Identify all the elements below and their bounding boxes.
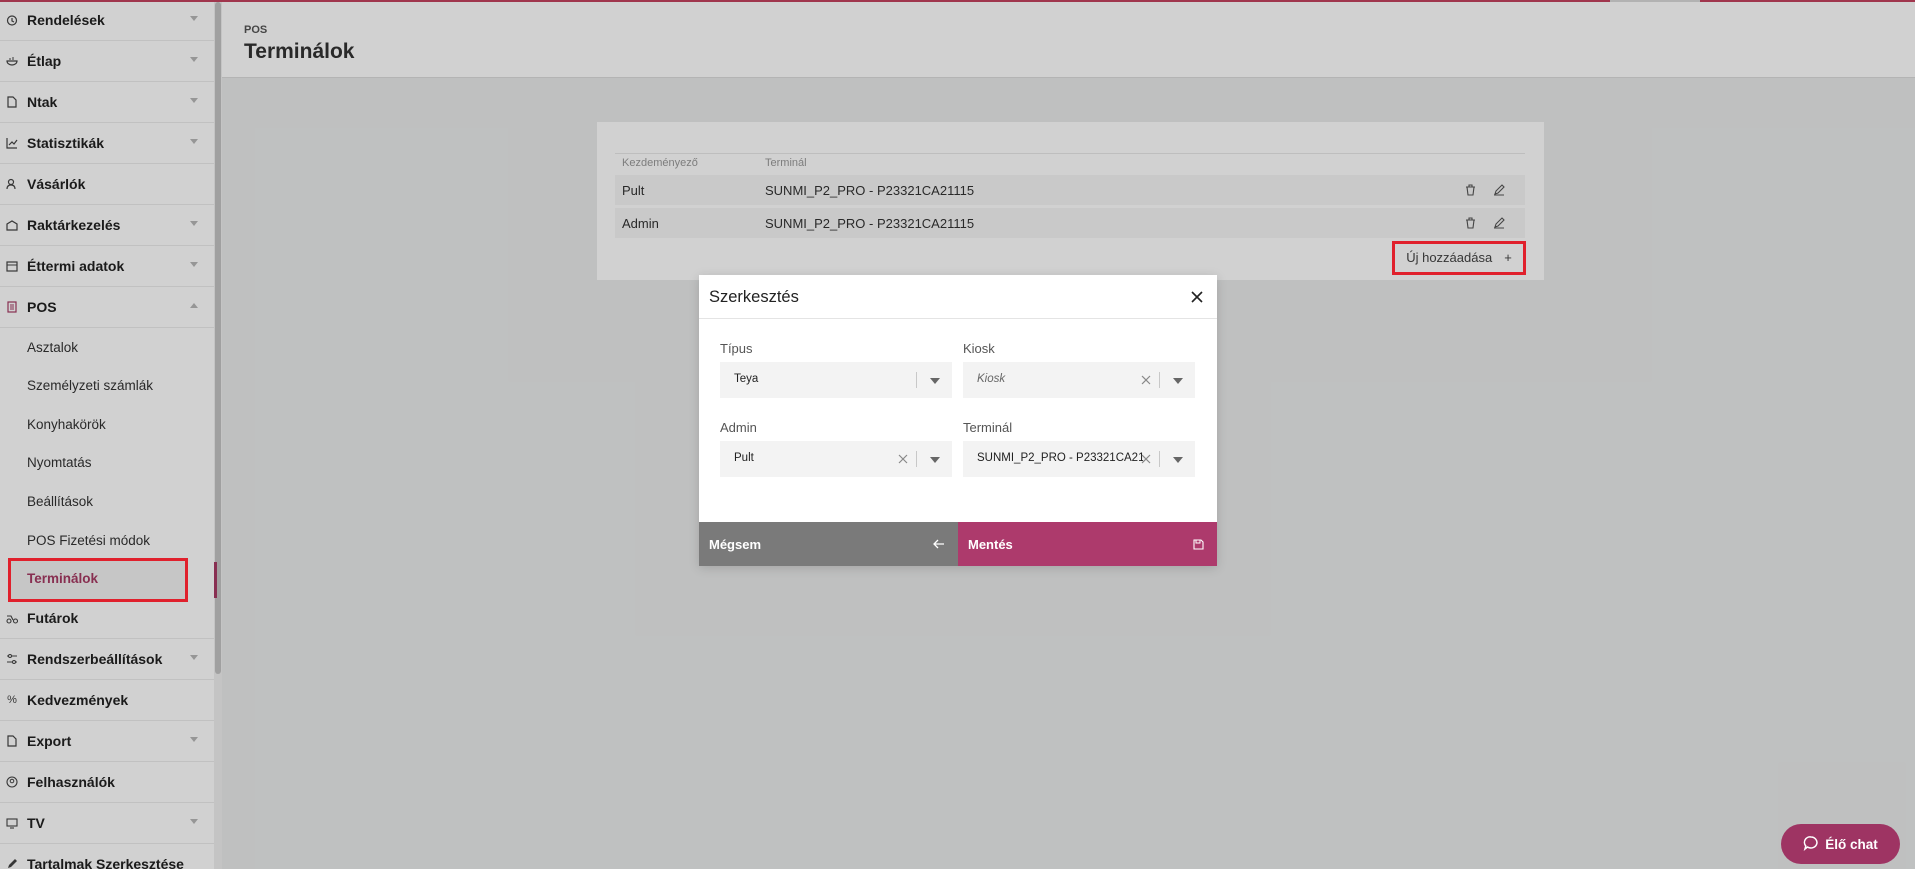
chevron-down-icon[interactable] [930, 457, 940, 463]
save-button[interactable]: Mentés [958, 522, 1217, 566]
chat-label: Élő chat [1825, 836, 1878, 852]
type-select[interactable]: Teya [720, 362, 952, 398]
kiosk-select[interactable]: Kiosk [963, 362, 1195, 398]
modal-title: Szerkesztés [709, 288, 799, 306]
terminalok-highlight [8, 558, 188, 602]
close-icon[interactable] [1189, 289, 1205, 305]
terminal-select[interactable]: SUNMI_P2_PRO - P23321CA21115 [963, 441, 1195, 477]
edit-modal: Szerkesztés Típus Teya Kiosk Kiosk Admin… [699, 275, 1217, 566]
modal-header: Szerkesztés [699, 275, 1217, 319]
chevron-down-icon[interactable] [1173, 378, 1183, 384]
arrow-left-icon [932, 537, 946, 551]
clear-icon[interactable] [896, 452, 910, 466]
select-separator [1159, 372, 1160, 388]
clear-icon[interactable] [1139, 452, 1153, 466]
chevron-down-icon[interactable] [1173, 457, 1183, 463]
admin-select[interactable]: Pult [720, 441, 952, 477]
type-value: Teya [734, 373, 759, 385]
select-separator [1159, 451, 1160, 467]
select-separator [916, 372, 917, 388]
terminal-value: SUNMI_P2_PRO - P23321CA21115 [977, 452, 1143, 464]
clear-icon[interactable] [1139, 373, 1153, 387]
cancel-label: Mégsem [709, 536, 762, 552]
type-label: Típus [720, 341, 753, 356]
kiosk-placeholder: Kiosk [977, 373, 1006, 385]
floppy-disk-icon [1191, 537, 1205, 551]
select-separator [916, 451, 917, 467]
chevron-down-icon[interactable] [930, 378, 940, 384]
admin-value: Pult [734, 452, 754, 464]
add-new-highlight [1392, 241, 1526, 275]
terminal-label: Terminál [963, 420, 1013, 435]
cancel-button[interactable]: Mégsem [699, 522, 958, 566]
chat-bubble-icon [1803, 835, 1819, 854]
admin-label: Admin [720, 420, 757, 435]
live-chat-button[interactable]: Élő chat [1781, 824, 1900, 864]
save-label: Mentés [968, 536, 1013, 552]
kiosk-label: Kiosk [963, 341, 995, 356]
